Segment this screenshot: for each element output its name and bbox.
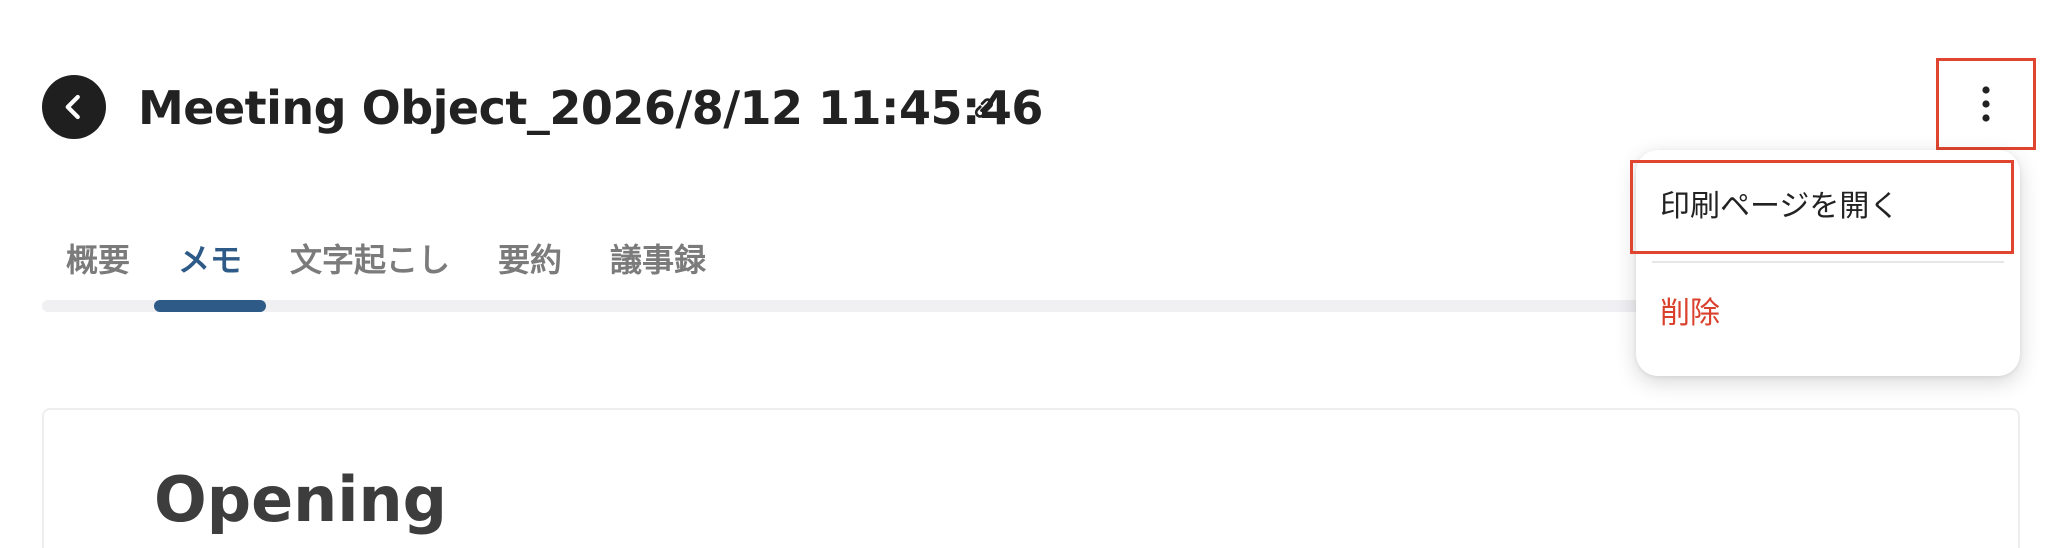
- tab-transcript[interactable]: 文字起こし: [290, 230, 450, 290]
- options-menu: 印刷ページを開く 削除: [1630, 150, 2020, 376]
- tab-overview[interactable]: 概要: [66, 230, 130, 290]
- tab-track: [42, 300, 1642, 312]
- chevron-left-icon: [65, 94, 80, 120]
- tab-memo[interactable]: メモ: [178, 230, 242, 290]
- menu-item-delete[interactable]: 削除: [1636, 270, 2020, 360]
- memo-card: Opening: [42, 408, 2020, 548]
- more-options-button[interactable]: [1936, 58, 2036, 150]
- menu-item-label: 印刷ページを開く: [1660, 189, 1900, 224]
- memo-heading: Opening: [154, 463, 448, 536]
- menu-divider: [1652, 261, 2004, 263]
- meeting-page: Meeting Object_2026/8/12 11:45:46 概要 メモ …: [0, 0, 2052, 548]
- copy-link-button[interactable]: [966, 90, 1002, 126]
- active-tab-indicator: [154, 300, 266, 312]
- back-button[interactable]: [42, 75, 106, 139]
- menu-item-open-print-page[interactable]: 印刷ページを開く: [1630, 160, 2020, 254]
- menu-item-label: 削除: [1660, 296, 1720, 331]
- page-title: Meeting Object_2026/8/12 11:45:46: [138, 81, 1043, 135]
- tab-minutes[interactable]: 議事録: [610, 230, 706, 290]
- more-vertical-icon: [1982, 86, 1990, 122]
- link-icon: [974, 98, 994, 118]
- tab-bar: 概要 メモ 文字起こし 要約 議事録: [42, 230, 1642, 300]
- tab-summary[interactable]: 要約: [498, 230, 562, 290]
